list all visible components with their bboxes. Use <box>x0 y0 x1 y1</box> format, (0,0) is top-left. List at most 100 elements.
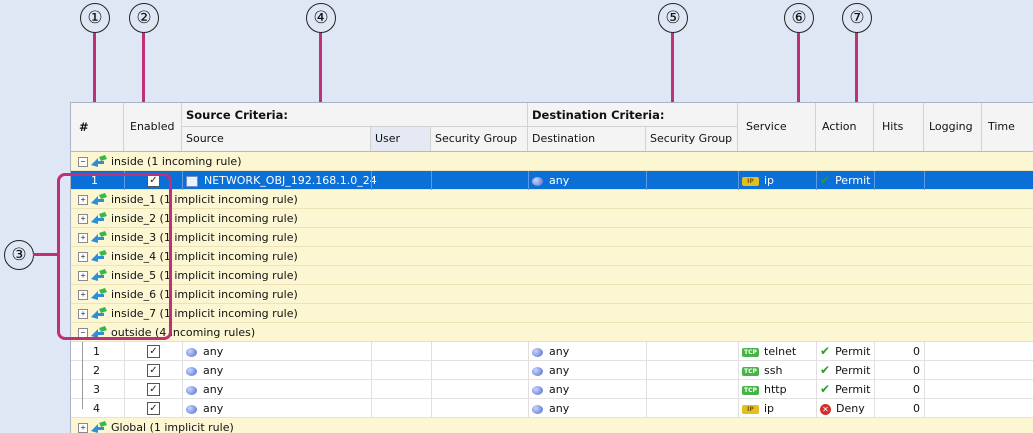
annotation-bracket-pointer <box>33 253 59 256</box>
service-cell[interactable]: IP ip <box>742 171 774 190</box>
source-value: any <box>203 364 224 377</box>
column-header-source[interactable]: Source <box>182 127 371 151</box>
group-row-inside[interactable]: − inside (1 incoming rule) <box>71 152 1033 171</box>
source-cell[interactable]: NETWORK_OBJ_192.168.1.0_24 <box>186 171 377 190</box>
hits-value: 0 <box>913 402 920 415</box>
service-value: ip <box>764 402 775 415</box>
divider <box>182 171 183 190</box>
access-rules-table: # Enabled Source Criteria: Source User S… <box>70 102 1033 433</box>
pointer-line-5 <box>671 33 674 104</box>
divider <box>528 399 529 418</box>
table-row[interactable]: 4 ✓ any any IP ip ✕ Deny 0 <box>71 399 1033 418</box>
service-cell[interactable]: TCP ssh <box>742 361 782 380</box>
interface-icon <box>91 421 107 433</box>
destination-cell[interactable]: any <box>532 171 569 190</box>
source-value: any <box>203 402 224 415</box>
group-row-inside-3[interactable]: + inside_3 (1 implicit incoming rule) <box>71 228 1033 247</box>
action-cell[interactable]: ✕ Deny <box>820 399 865 418</box>
source-cell[interactable]: any <box>186 399 223 418</box>
group-row-inside-6[interactable]: + inside_6 (1 implicit incoming rule) <box>71 285 1033 304</box>
divider <box>816 171 817 190</box>
network-any-icon <box>532 385 543 395</box>
rule-number: 3 <box>93 383 100 396</box>
column-header-action[interactable]: Action <box>816 103 874 151</box>
callout-7: ⑦ <box>842 3 872 33</box>
group-row-inside-7[interactable]: + inside_7 (1 implicit incoming rule) <box>71 304 1033 323</box>
column-header-user[interactable]: User <box>371 127 431 151</box>
network-any-icon <box>186 366 197 376</box>
destination-cell[interactable]: any <box>532 361 569 380</box>
group-row-inside-1[interactable]: + inside_1 (1 implicit incoming rule) <box>71 190 1033 209</box>
divider <box>816 361 817 380</box>
table-row[interactable]: 3 ✓ any any TCP http ✔ Permit 0 <box>71 380 1033 399</box>
column-header-number[interactable]: # <box>71 103 124 151</box>
enabled-checkbox[interactable]: ✓ <box>147 345 160 358</box>
tree-connector <box>82 399 83 409</box>
divider <box>528 361 529 380</box>
source-cell[interactable]: any <box>186 361 223 380</box>
service-value: http <box>764 383 787 396</box>
network-any-icon <box>186 347 197 357</box>
callout-1: ① <box>80 3 110 33</box>
enabled-checkbox[interactable]: ✓ <box>147 383 160 396</box>
service-cell[interactable]: TCP http <box>742 380 787 399</box>
enabled-checkbox[interactable]: ✓ <box>147 364 160 377</box>
column-header-enabled[interactable]: Enabled <box>124 103 182 151</box>
destination-cell[interactable]: any <box>532 342 569 361</box>
tcp-service-icon: TCP <box>742 366 759 376</box>
table-row[interactable]: 2 ✓ any any TCP ssh ✔ Permit 0 <box>71 361 1033 380</box>
tree-connector <box>82 342 83 361</box>
divider <box>371 380 372 399</box>
callout-2: ② <box>129 3 159 33</box>
permit-icon: ✔ <box>820 363 831 377</box>
action-cell[interactable]: ✔ Permit <box>820 171 871 190</box>
callout-4: ④ <box>306 3 336 33</box>
group-row-inside-5[interactable]: + inside_5 (1 implicit incoming rule) <box>71 266 1033 285</box>
destination-value: any <box>549 383 570 396</box>
group-row-inside-4[interactable]: + inside_4 (1 implicit incoming rule) <box>71 247 1033 266</box>
divider <box>738 399 739 418</box>
group-row-inside-2[interactable]: + inside_2 (1 implicit incoming rule) <box>71 209 1033 228</box>
column-header-source-security-group[interactable]: Security Group <box>431 127 528 151</box>
destination-cell[interactable]: any <box>532 399 569 418</box>
enabled-checkbox[interactable]: ✓ <box>147 402 160 415</box>
service-cell[interactable]: TCP telnet <box>742 342 796 361</box>
divider <box>924 361 925 380</box>
destination-cell[interactable]: any <box>532 380 569 399</box>
divider <box>738 342 739 361</box>
source-cell[interactable]: any <box>186 342 223 361</box>
callout-3: ③ <box>4 240 34 270</box>
column-header-time[interactable]: Time <box>982 103 1033 151</box>
divider <box>528 171 529 190</box>
column-header-logging[interactable]: Logging <box>924 103 982 151</box>
column-header-service[interactable]: Service <box>738 103 816 151</box>
network-any-icon <box>532 176 543 186</box>
network-any-icon <box>186 404 197 414</box>
table-row-selected[interactable]: 1 ✓ NETWORK_OBJ_192.168.1.0_24 any IP ip … <box>71 171 1033 190</box>
column-header-hits[interactable]: Hits <box>874 103 924 151</box>
divider <box>528 380 529 399</box>
action-cell[interactable]: ✔ Permit <box>820 342 871 361</box>
rule-number: 1 <box>93 345 100 358</box>
source-criteria-header: Source Criteria: <box>182 103 528 127</box>
column-header-destination-security-group[interactable]: Security Group <box>646 127 738 151</box>
service-cell[interactable]: IP ip <box>742 399 774 418</box>
action-value: Permit <box>835 383 871 396</box>
deny-icon: ✕ <box>820 403 831 415</box>
tcp-service-icon: TCP <box>742 385 759 395</box>
column-header-destination[interactable]: Destination <box>528 127 646 151</box>
action-cell[interactable]: ✔ Permit <box>820 380 871 399</box>
collapse-icon[interactable]: − <box>78 157 88 167</box>
rule-number: 2 <box>93 364 100 377</box>
table-row[interactable]: 1 ✓ any any TCP telnet ✔ Permit 0 <box>71 342 1033 361</box>
action-value: Permit <box>835 345 871 358</box>
divider <box>371 361 372 380</box>
divider <box>816 342 817 361</box>
group-row-outside[interactable]: − outside (4 incoming rules) <box>71 323 1033 342</box>
group-row-global[interactable]: + Global (1 implicit rule) <box>71 418 1033 433</box>
callout-6: ⑥ <box>784 3 814 33</box>
source-cell[interactable]: any <box>186 380 223 399</box>
divider <box>874 171 875 190</box>
action-cell[interactable]: ✔ Permit <box>820 361 871 380</box>
divider <box>431 361 432 380</box>
